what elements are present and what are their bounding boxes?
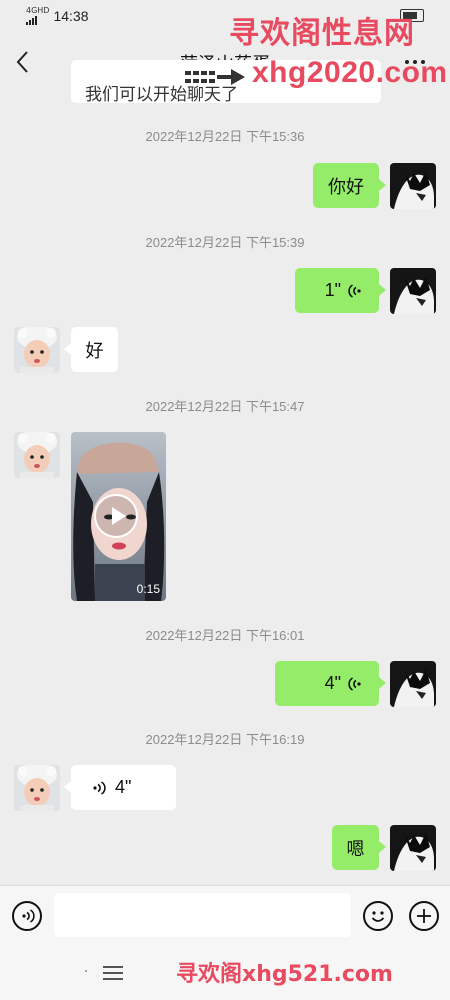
voice-wave-icon [348, 283, 361, 298]
avatar-image [390, 825, 436, 871]
voice-duration: 1" [324, 280, 341, 300]
contact-avatar[interactable] [14, 327, 60, 373]
nav-dot [85, 970, 87, 972]
bubble-tail [64, 781, 71, 793]
contact-message-bubble[interactable]: 好 [71, 327, 118, 372]
my-avatar[interactable] [390, 268, 436, 314]
my-message-bubble[interactable]: 你好 [313, 163, 379, 208]
avatar-image [390, 163, 436, 209]
status-time: 14:38 [53, 8, 89, 24]
watermark-top-url: xhg2020.com [252, 56, 448, 89]
message-input[interactable] [54, 893, 351, 937]
status-left: 4GHD 14:38 [26, 7, 89, 25]
message-text: 嗯 [346, 838, 365, 860]
voice-input-button[interactable] [12, 901, 42, 931]
timestamp: 2022年12月22日 下午16:19 [145, 732, 305, 747]
play-icon[interactable] [94, 494, 138, 538]
avatar-image [390, 268, 436, 314]
voice-duration: 4" [324, 673, 341, 693]
message-text: 你好 [328, 176, 364, 198]
bubble-tail [379, 284, 386, 296]
my-avatar[interactable] [390, 825, 436, 871]
video-duration: 0:15 [136, 582, 160, 596]
watermark-bottom: 寻欢阁xhg521.com [176, 962, 393, 987]
menu-line [103, 966, 123, 968]
my-voice-message[interactable]: 1" [295, 268, 379, 313]
signal-icon [26, 15, 49, 25]
menu-line [103, 978, 123, 980]
watermark-arrow-icon [185, 69, 245, 85]
voice-wave-icon [93, 780, 106, 795]
contact-avatar[interactable] [14, 765, 60, 811]
bubble-tail [379, 841, 386, 853]
timestamp: 2022年12月22日 下午15:47 [145, 399, 305, 414]
avatar-image [14, 432, 60, 478]
voice-input-icon [22, 909, 35, 923]
my-voice-message[interactable]: 4" [275, 661, 379, 706]
emoji-icon [371, 911, 385, 922]
emoji-button[interactable] [363, 901, 393, 931]
voice-duration: 4" [115, 777, 132, 797]
my-message-bubble[interactable]: 嗯 [332, 825, 379, 870]
menu-line [103, 972, 123, 974]
timestamp: 2022年12月22日 下午15:39 [145, 235, 305, 250]
video-message[interactable]: 0:15 [71, 432, 166, 601]
timestamp: 2022年12月22日 下午16:01 [145, 628, 305, 643]
bubble-tail [64, 343, 71, 355]
plus-icon [417, 909, 431, 923]
network-type: 4GHD [26, 6, 50, 15]
my-avatar[interactable] [390, 163, 436, 209]
my-avatar[interactable] [390, 661, 436, 707]
bubble-tail [379, 179, 386, 191]
bubble-tail [379, 677, 386, 689]
menu-icon[interactable] [103, 966, 123, 980]
voice-wave-icon [348, 676, 361, 691]
contact-avatar[interactable] [14, 432, 60, 478]
watermark-top-cn: 寻欢阁性息网 [229, 16, 415, 51]
message-text: 好 [85, 340, 104, 362]
timestamp: 2022年12月22日 下午15:36 [145, 129, 305, 144]
avatar-image [14, 765, 60, 811]
plus-button[interactable] [409, 901, 439, 931]
avatar-image [14, 327, 60, 373]
avatar-image [390, 661, 436, 707]
contact-voice-message[interactable]: 4" [71, 765, 176, 810]
